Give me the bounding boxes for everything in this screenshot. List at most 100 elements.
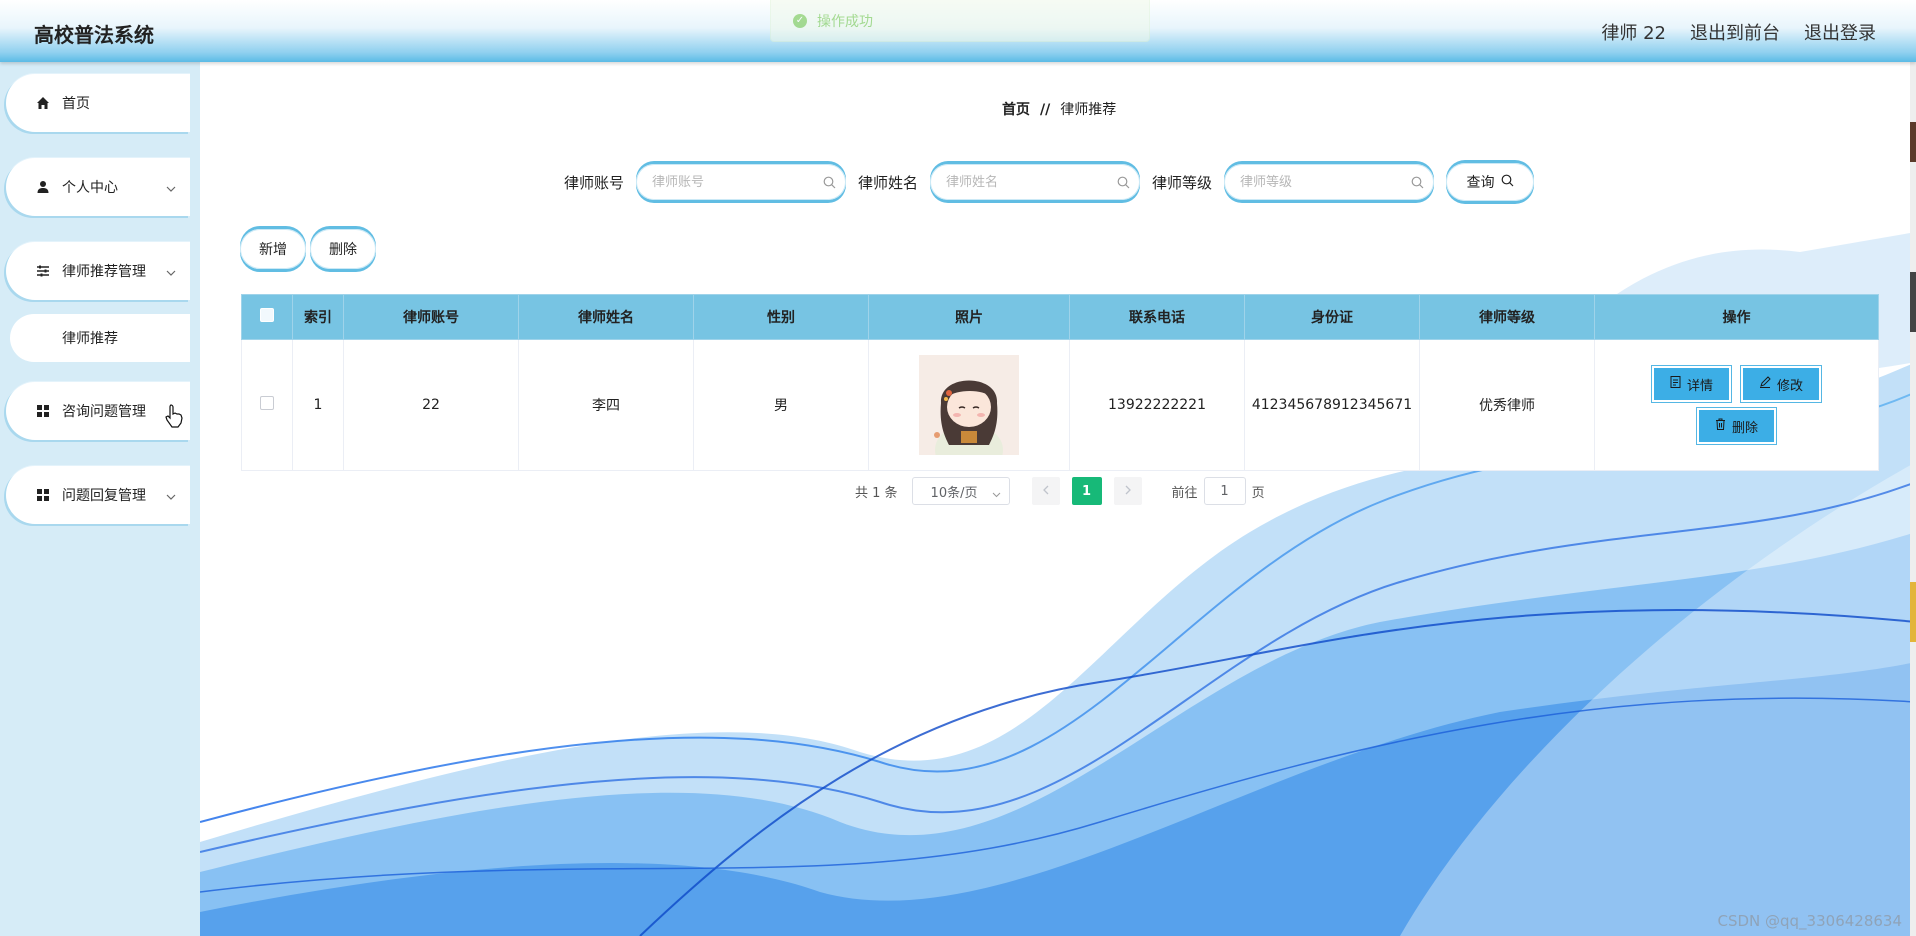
sidebar-item-lawyer-recommend-mgmt[interactable]: 律师推荐管理 bbox=[6, 242, 190, 300]
query-button[interactable]: 查询 bbox=[1446, 163, 1535, 201]
home-icon bbox=[36, 96, 50, 110]
search-icon bbox=[1411, 174, 1424, 193]
app-title: 高校普法系统 bbox=[34, 23, 154, 47]
sliders-icon bbox=[36, 264, 50, 278]
column-header: 索引 bbox=[292, 294, 344, 340]
sidebar: 首页 个人中心 律师推荐管理 律师推荐 咨询问题管理 问题回复管理 bbox=[0, 62, 200, 936]
column-header: 照片 bbox=[868, 294, 1070, 340]
name-search-field bbox=[930, 164, 1141, 200]
id-card-cell: 412345678912345671 bbox=[1244, 339, 1420, 471]
main-content: 首页 // 律师推荐 律师账号 律师姓名 律师等级 查询 新增 删除 索引 bbox=[200, 62, 1916, 936]
search-bar: 律师账号 律师姓名 律师等级 查询 bbox=[564, 162, 1535, 202]
chevron-right-icon bbox=[1125, 484, 1131, 499]
next-page-button[interactable] bbox=[1113, 477, 1142, 505]
level-cell: 优秀律师 bbox=[1419, 339, 1595, 471]
search-label-name: 律师姓名 bbox=[858, 173, 919, 192]
sidebar-item-label: 问题回复管理 bbox=[62, 488, 146, 504]
select-all-header bbox=[241, 294, 293, 340]
chevron-down-icon bbox=[166, 488, 176, 504]
table-header-row: 索引 律师账号 律师姓名 性别 照片 联系电话 身份证 律师等级 操作 bbox=[241, 294, 1879, 340]
success-toast: ✓ 操作成功 bbox=[770, 0, 1150, 42]
sidebar-subitem-lawyer-recommend[interactable]: 律师推荐 bbox=[10, 314, 190, 362]
name-cell: 李四 bbox=[518, 339, 694, 471]
prev-page-button[interactable] bbox=[1031, 477, 1060, 505]
sidebar-item-label: 首页 bbox=[62, 96, 90, 112]
lawyer-photo[interactable] bbox=[919, 355, 1019, 455]
grid-icon bbox=[36, 404, 50, 418]
document-icon bbox=[1670, 376, 1681, 392]
csdn-watermark: CSDN @qq_3306428634 bbox=[1717, 912, 1902, 930]
back-to-front-link[interactable]: 退出到前台 bbox=[1690, 19, 1780, 45]
column-header: 律师等级 bbox=[1419, 294, 1595, 340]
index-cell: 1 bbox=[292, 339, 344, 471]
operations-cell: 详情 修改 删除 bbox=[1594, 339, 1879, 471]
sidebar-item-home[interactable]: 首页 bbox=[6, 74, 190, 132]
page-number-button[interactable]: 1 bbox=[1071, 477, 1102, 505]
account-search-input[interactable] bbox=[650, 173, 815, 191]
search-label-level: 律师等级 bbox=[1152, 173, 1213, 192]
chevron-down-icon bbox=[992, 487, 1001, 502]
query-button-label: 查询 bbox=[1466, 175, 1495, 191]
user-icon bbox=[36, 180, 50, 194]
goto-page-input[interactable] bbox=[1203, 477, 1246, 505]
lawyer-table: 索引 律师账号 律师姓名 性别 照片 联系电话 身份证 律师等级 操作 1 22… bbox=[241, 294, 1879, 471]
detail-button-label: 详情 bbox=[1686, 378, 1713, 394]
chevron-down-icon bbox=[166, 180, 176, 196]
column-header: 律师账号 bbox=[343, 294, 519, 340]
goto-prefix: 前往 bbox=[1171, 485, 1198, 501]
account-search-field bbox=[636, 164, 847, 200]
breadcrumb-current: 律师推荐 bbox=[1060, 102, 1117, 118]
page-size-select[interactable]: 10条/页 bbox=[911, 477, 1010, 505]
search-icon bbox=[823, 174, 836, 193]
column-header: 身份证 bbox=[1244, 294, 1420, 340]
grid-icon bbox=[36, 488, 50, 502]
logout-link[interactable]: 退出登录 bbox=[1804, 19, 1876, 45]
breadcrumb: 首页 // 律师推荐 bbox=[1002, 99, 1116, 119]
level-search-field bbox=[1224, 164, 1435, 200]
sidebar-subitem-label: 律师推荐 bbox=[62, 331, 118, 347]
batch-delete-button[interactable]: 删除 bbox=[310, 229, 376, 269]
edit-button[interactable]: 修改 bbox=[1743, 368, 1820, 400]
total-count: 共 1 条 bbox=[855, 485, 898, 501]
chevron-down-icon bbox=[166, 264, 176, 280]
breadcrumb-separator: // bbox=[1040, 102, 1051, 118]
sidebar-item-personal-center[interactable]: 个人中心 bbox=[6, 158, 190, 216]
edge-thumbnail bbox=[1910, 122, 1916, 162]
table-row: 1 22 李四 男 13922222221 412345678912345671… bbox=[241, 339, 1879, 471]
pagination: 共 1 条 10条/页 1 前往 页 bbox=[855, 477, 1265, 505]
account-cell: 22 bbox=[343, 339, 519, 471]
goto-suffix: 页 bbox=[1251, 485, 1265, 501]
gender-cell: 男 bbox=[693, 339, 869, 471]
hand-cursor-icon bbox=[165, 404, 185, 432]
select-all-checkbox[interactable] bbox=[260, 308, 274, 322]
sidebar-item-label: 律师推荐管理 bbox=[62, 264, 146, 280]
row-select-cell bbox=[241, 339, 293, 471]
photo-cell bbox=[868, 339, 1070, 471]
check-circle-icon: ✓ bbox=[793, 13, 807, 28]
chevron-left-icon bbox=[1042, 484, 1049, 499]
column-header: 联系电话 bbox=[1069, 294, 1245, 340]
add-button[interactable]: 新增 bbox=[240, 229, 306, 269]
sidebar-item-consult-mgmt[interactable]: 咨询问题管理 bbox=[6, 382, 190, 440]
page-size-value: 10条/页 bbox=[930, 485, 978, 501]
detail-button[interactable]: 详情 bbox=[1653, 368, 1729, 400]
phone-cell: 13922222221 bbox=[1069, 339, 1245, 471]
search-icon bbox=[1501, 174, 1514, 191]
column-header: 律师姓名 bbox=[518, 294, 694, 340]
level-search-input[interactable] bbox=[1238, 173, 1403, 191]
sidebar-item-label: 个人中心 bbox=[62, 180, 118, 196]
current-user-label: 律师 22 bbox=[1601, 23, 1666, 44]
row-checkbox[interactable] bbox=[260, 396, 274, 410]
delete-row-button[interactable]: 删除 bbox=[1698, 410, 1774, 442]
breadcrumb-home[interactable]: 首页 bbox=[1002, 102, 1030, 118]
edge-thumbnail bbox=[1910, 272, 1916, 332]
sidebar-item-label: 咨询问题管理 bbox=[62, 404, 146, 420]
trash-icon bbox=[1715, 418, 1726, 434]
sidebar-item-reply-mgmt[interactable]: 问题回复管理 bbox=[6, 466, 190, 524]
column-header: 性别 bbox=[693, 294, 869, 340]
action-bar: 新增 删除 bbox=[240, 229, 376, 269]
name-search-input[interactable] bbox=[944, 173, 1109, 191]
edit-button-label: 修改 bbox=[1777, 378, 1804, 394]
pencil-icon bbox=[1759, 376, 1771, 392]
search-icon bbox=[1117, 174, 1130, 193]
